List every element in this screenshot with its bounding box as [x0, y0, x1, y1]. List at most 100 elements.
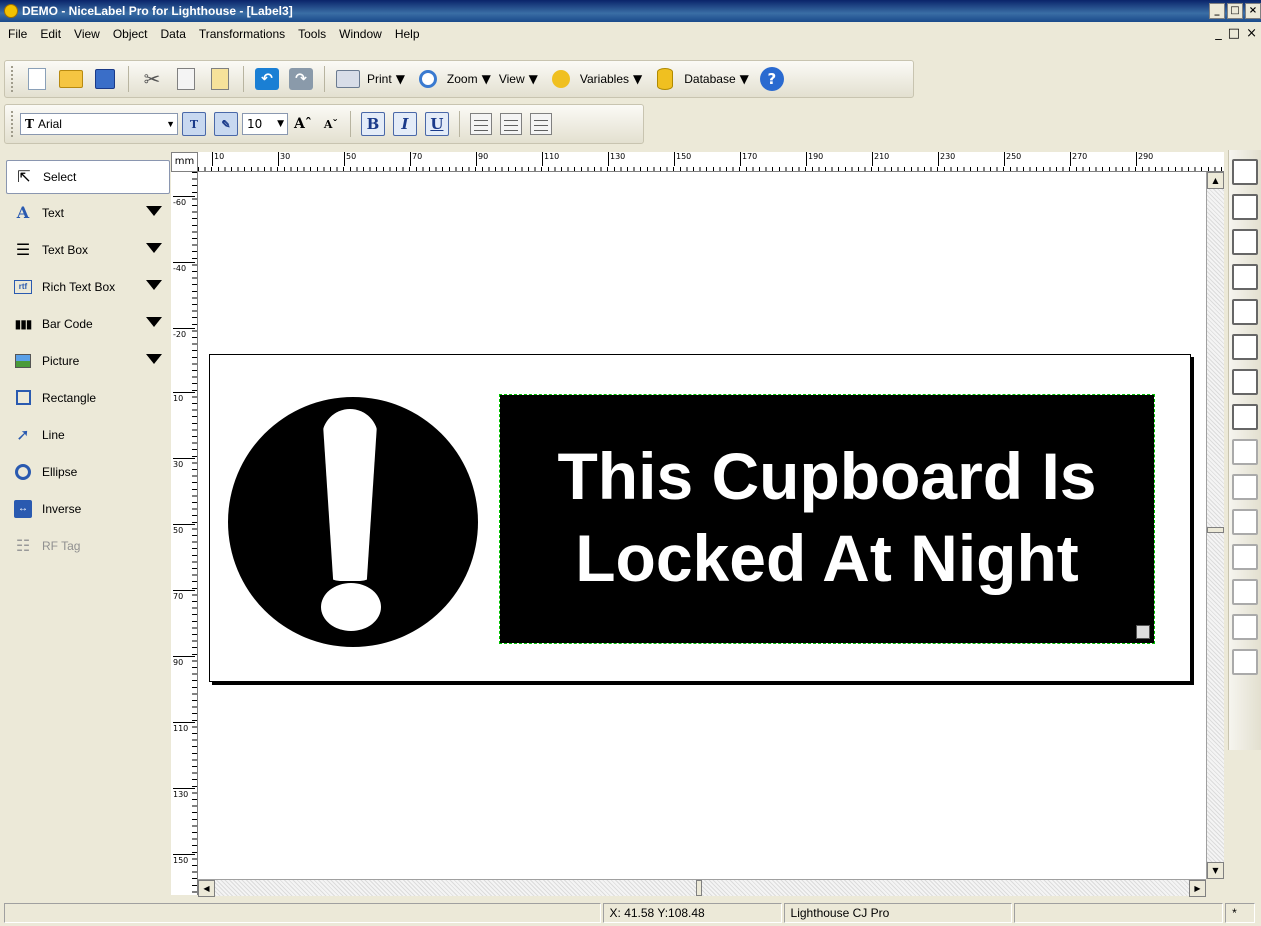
- doc-close-button[interactable]: ×: [1246, 26, 1257, 41]
- tool-rectangle[interactable]: Rectangle: [6, 379, 170, 416]
- chevron-down-icon[interactable]: ▼: [166, 119, 175, 129]
- menu-data[interactable]: Data: [157, 27, 195, 41]
- tool-dropdown-icon[interactable]: [146, 243, 162, 253]
- align-top-icon[interactable]: [1232, 264, 1258, 290]
- toolbar-grip[interactable]: [11, 111, 14, 137]
- tool-ellipse[interactable]: Ellipse: [6, 453, 170, 490]
- ungroup-icon[interactable]: [1232, 649, 1258, 675]
- undo-button[interactable]: ↶: [253, 65, 281, 93]
- bring-to-front-icon[interactable]: [1232, 544, 1258, 570]
- scroll-thumb[interactable]: [696, 880, 702, 896]
- menu-tools[interactable]: Tools: [294, 27, 335, 41]
- save-button[interactable]: [91, 65, 119, 93]
- zoom-button[interactable]: [414, 65, 442, 93]
- send-to-back-icon[interactable]: [1232, 579, 1258, 605]
- tool-dropdown-icon[interactable]: [146, 206, 162, 216]
- tool-rf-tag[interactable]: ☷ RF Tag: [6, 527, 170, 564]
- copy-button[interactable]: [172, 65, 200, 93]
- text-frame-button[interactable]: T: [182, 112, 206, 136]
- paste-button[interactable]: [206, 65, 234, 93]
- zoom-label[interactable]: Zoom: [447, 72, 478, 86]
- view-label[interactable]: View: [499, 72, 525, 86]
- send-backward-icon[interactable]: [1232, 509, 1258, 535]
- menu-view[interactable]: View: [70, 27, 109, 41]
- align-right-button[interactable]: [529, 113, 552, 135]
- tool-dropdown-icon[interactable]: [146, 354, 162, 364]
- new-button[interactable]: [23, 65, 51, 93]
- cut-button[interactable]: ✂: [138, 65, 166, 93]
- minimize-button[interactable]: _: [1209, 3, 1225, 19]
- menu-object[interactable]: Object: [109, 27, 157, 41]
- print-dropdown-icon[interactable]: ▼: [396, 72, 405, 86]
- scroll-up-button[interactable]: ▲: [1207, 172, 1224, 189]
- open-button[interactable]: [57, 65, 85, 93]
- database-label[interactable]: Database: [684, 72, 735, 86]
- bold-button[interactable]: B: [360, 112, 385, 136]
- resize-handle-icon[interactable]: [1136, 625, 1150, 639]
- tool-select[interactable]: ⇱ Select: [6, 160, 170, 194]
- shrink-font-button[interactable]: Aˇ: [324, 118, 338, 131]
- tool-rich-text-box[interactable]: rtf Rich Text Box: [6, 268, 170, 305]
- align-middle-icon[interactable]: [1232, 299, 1258, 325]
- label-page[interactable]: This Cupboard Is Locked At Night: [209, 354, 1191, 682]
- help-button[interactable]: ?: [758, 65, 786, 93]
- tool-picture[interactable]: Picture: [6, 342, 170, 379]
- underline-button[interactable]: U: [424, 112, 449, 136]
- zoom-dropdown-icon[interactable]: ▼: [482, 72, 491, 86]
- vertical-scrollbar[interactable]: ▲ ▼: [1206, 172, 1224, 879]
- label-text-box[interactable]: This Cupboard Is Locked At Night: [499, 394, 1155, 644]
- text-wrap-button[interactable]: ✎: [214, 112, 238, 136]
- rotate-icon[interactable]: [1232, 439, 1258, 465]
- scroll-left-button[interactable]: ◀: [198, 880, 215, 897]
- tool-dropdown-icon[interactable]: [146, 317, 162, 327]
- align-center-button[interactable]: [499, 113, 522, 135]
- ruler-unit[interactable]: mm: [171, 152, 198, 172]
- menu-help[interactable]: Help: [391, 27, 429, 41]
- menu-edit[interactable]: Edit: [36, 27, 70, 41]
- distribute-vertical-icon[interactable]: [1232, 404, 1258, 430]
- database-dropdown-icon[interactable]: ▼: [740, 72, 749, 86]
- print-button[interactable]: [334, 65, 362, 93]
- menu-window[interactable]: Window: [335, 27, 391, 41]
- horizontal-scrollbar[interactable]: ◀ ▶: [198, 879, 1206, 897]
- font-select[interactable]: T Arial ▼: [20, 113, 178, 135]
- align-left-icon[interactable]: [1232, 159, 1258, 185]
- doc-minimize-button[interactable]: _: [1215, 26, 1222, 41]
- bring-forward-icon[interactable]: [1232, 474, 1258, 500]
- maximize-button[interactable]: □: [1227, 3, 1243, 19]
- group-icon[interactable]: [1232, 614, 1258, 640]
- close-button[interactable]: ×: [1245, 3, 1261, 19]
- variables-dropdown-icon[interactable]: ▼: [633, 72, 642, 86]
- toolbar-separator: [128, 66, 129, 92]
- chevron-down-icon[interactable]: ▼: [277, 119, 284, 129]
- font-size-select[interactable]: 10 ▼: [242, 113, 288, 135]
- design-canvas[interactable]: This Cupboard Is Locked At Night: [198, 172, 1206, 879]
- tool-bar-code[interactable]: ▮▮▮ Bar Code: [6, 305, 170, 342]
- doc-restore-button[interactable]: □: [1228, 26, 1240, 41]
- variables-button[interactable]: [547, 65, 575, 93]
- distribute-horizontal-icon[interactable]: [1232, 369, 1258, 395]
- scroll-right-button[interactable]: ▶: [1189, 880, 1206, 897]
- tool-text[interactable]: A Text: [6, 194, 170, 231]
- tool-line[interactable]: ➚ Line: [6, 416, 170, 453]
- align-bottom-icon[interactable]: [1232, 334, 1258, 360]
- tool-inverse[interactable]: ↔ Inverse: [6, 490, 170, 527]
- tool-text-box[interactable]: ☰ Text Box: [6, 231, 170, 268]
- menu-file[interactable]: File: [4, 27, 36, 41]
- scroll-thumb[interactable]: [1207, 527, 1224, 533]
- view-dropdown-icon[interactable]: ▼: [529, 72, 538, 86]
- exclamation-icon[interactable]: [228, 397, 478, 647]
- print-label[interactable]: Print: [367, 72, 392, 86]
- align-right-icon[interactable]: [1232, 229, 1258, 255]
- align-center-vertical-icon[interactable]: [1232, 194, 1258, 220]
- menu-transformations[interactable]: Transformations: [195, 27, 294, 41]
- tool-dropdown-icon[interactable]: [146, 280, 162, 290]
- variables-label[interactable]: Variables: [580, 72, 629, 86]
- align-left-button[interactable]: [469, 113, 492, 135]
- redo-button[interactable]: ↷: [287, 65, 315, 93]
- toolbar-grip[interactable]: [11, 66, 14, 92]
- database-button[interactable]: [651, 65, 679, 93]
- italic-button[interactable]: I: [392, 112, 417, 136]
- scroll-down-button[interactable]: ▼: [1207, 862, 1224, 879]
- grow-font-button[interactable]: Aˆ: [294, 116, 312, 132]
